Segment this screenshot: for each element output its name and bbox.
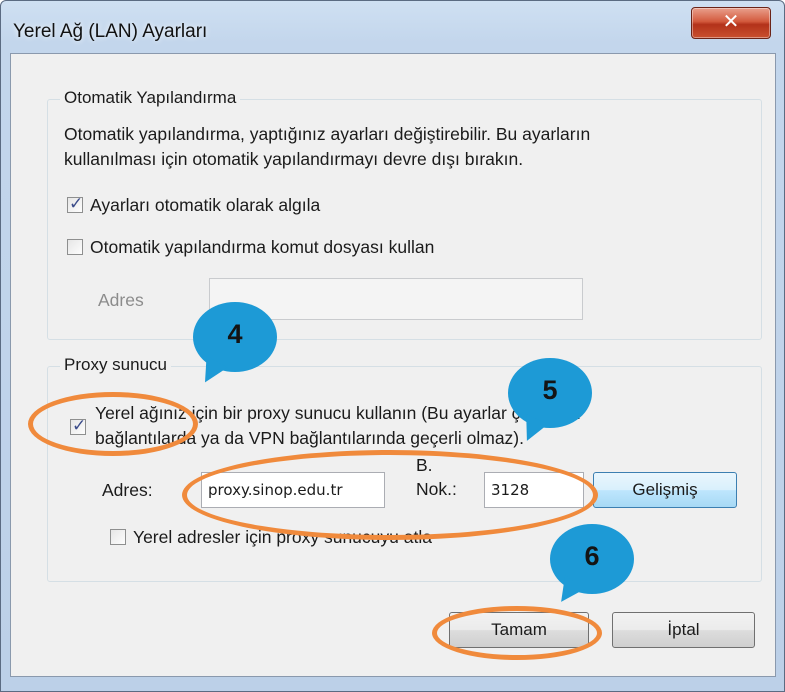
step-5-bubble: 5 (508, 358, 592, 446)
window-title: Yerel Ağ (LAN) Ayarları (13, 21, 208, 42)
detect-settings-label[interactable]: Ayarları otomatik olarak algıla (90, 195, 320, 216)
config-script-label[interactable]: Otomatik yapılandırma komut dosyası kull… (90, 237, 434, 258)
highlight-ellipse-address-port (182, 450, 598, 540)
close-button[interactable]: ✕ (691, 7, 771, 39)
step-4-number: 4 (227, 319, 243, 349)
detect-settings-checkbox[interactable]: ✓ (67, 194, 84, 213)
highlight-ellipse-use-proxy (28, 392, 198, 456)
step-4-bubble: 4 (193, 302, 277, 389)
step-6-bubble: 6 (550, 524, 634, 609)
proxy-group-title: Proxy sunucu (60, 355, 171, 375)
auto-config-group-title: Otomatik Yapılandırma (60, 88, 241, 108)
step-5-number: 5 (542, 375, 558, 405)
title-bar[interactable]: Yerel Ağ (LAN) Ayarları ✕ (1, 1, 784, 53)
config-script-checkbox[interactable] (67, 239, 83, 255)
script-address-label: Adres (98, 290, 144, 310)
bypass-local-checkbox[interactable] (110, 529, 126, 545)
auto-config-description-line1: Otomatik yapılandırma, yaptığınız ayarla… (64, 124, 591, 144)
proxy-address-label: Adres: (102, 480, 153, 500)
cancel-button[interactable]: İptal (612, 612, 755, 648)
advanced-button[interactable]: Gelişmiş (593, 472, 737, 508)
highlight-ellipse-ok (432, 606, 602, 660)
auto-config-description-line2: kullanılması için otomatik yapılandırmay… (64, 149, 524, 169)
step-6-number: 6 (584, 541, 600, 571)
close-icon: ✕ (722, 11, 740, 33)
dialog-body: Otomatik Yapılandırma Otomatik yapılandı… (10, 53, 776, 677)
dialog-window: Yerel Ağ (LAN) Ayarları ✕ Otomatik Yapıl… (0, 0, 785, 692)
checkmark-icon: ✓ (69, 194, 84, 213)
